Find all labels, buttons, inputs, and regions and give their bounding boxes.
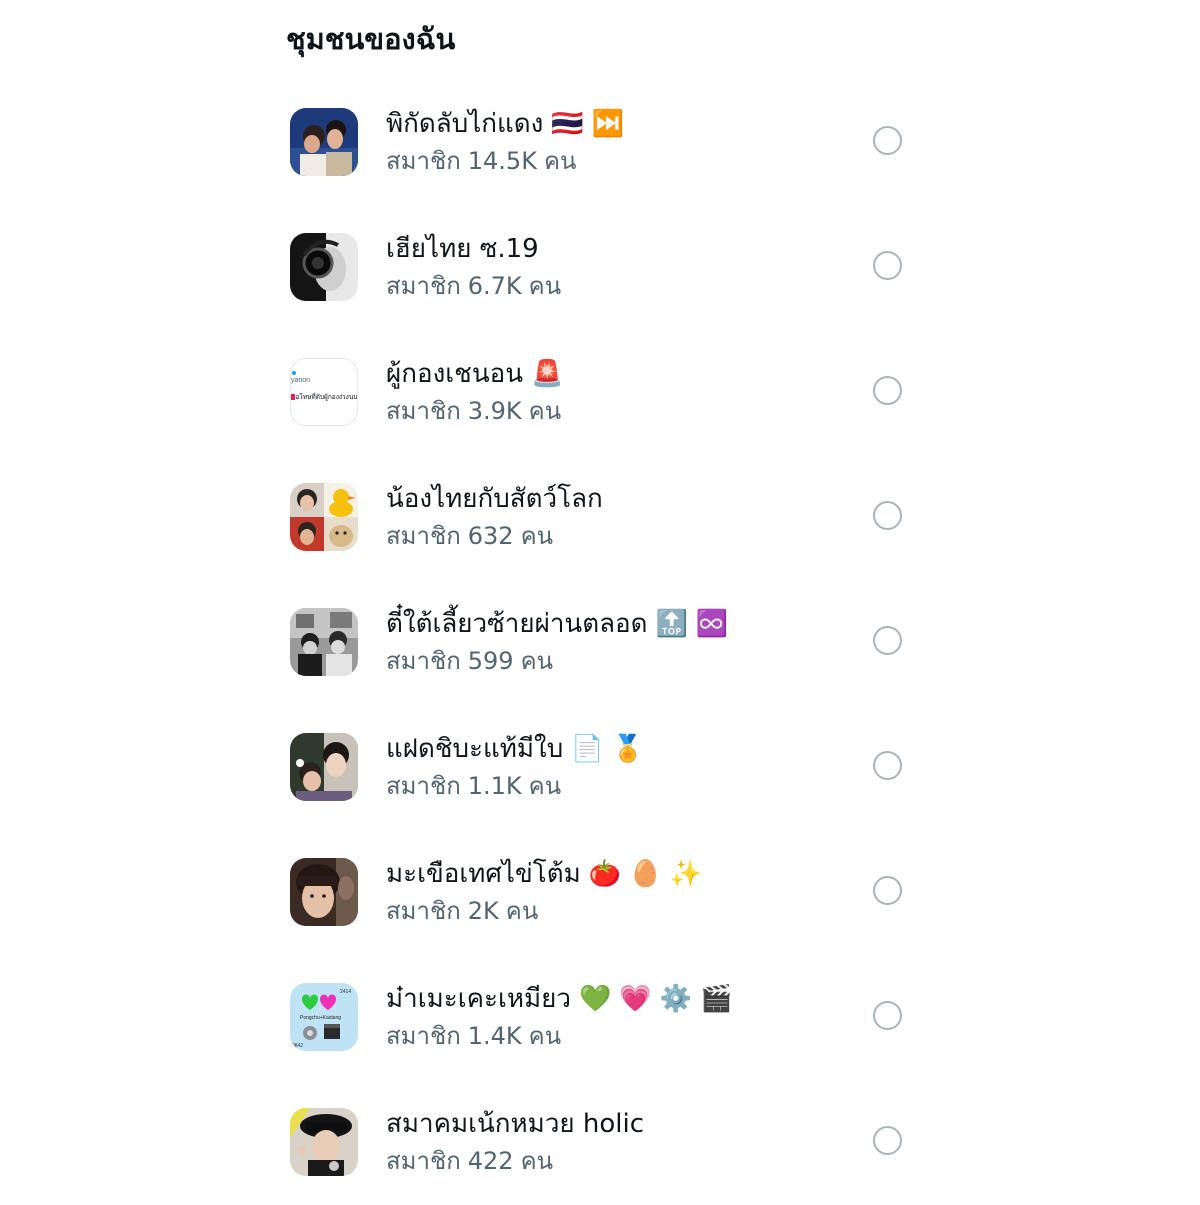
- member-unit: คน: [505, 897, 539, 925]
- community-row[interactable]: yanon ขอโทษที่ดับผู้กองง่วงนน ผู้กองเชนอ…: [0, 330, 1200, 455]
- member-unit: คน: [528, 1022, 562, 1050]
- community-avatar: [290, 608, 358, 676]
- green-heart-icon: 💚: [578, 984, 612, 1014]
- community-name: มะเขือเทศไข่โต้ม: [386, 859, 581, 889]
- member-unit: คน: [520, 522, 554, 550]
- hat-portrait-photo-icon: [290, 1108, 358, 1176]
- members-label: สมาชิก: [386, 1147, 461, 1175]
- select-radio[interactable]: [873, 626, 902, 655]
- community-name: พิกัดลับไก่แดง: [386, 109, 544, 139]
- document-icon: 📄: [571, 734, 604, 764]
- select-radio[interactable]: [873, 376, 902, 405]
- community-row[interactable]: 2414 Pongchu+Kaidang 0842 ม๋าเมะเคะเหมีย…: [0, 955, 1200, 1080]
- members-label: สมาชิก: [386, 772, 461, 800]
- community-name: น้องไทยกับสัตว์โลก: [386, 484, 603, 514]
- member-count: 14.5K: [467, 147, 537, 175]
- community-name: สมาคมเน้กหมวย holic: [386, 1109, 645, 1139]
- community-name: เฮียไทย ซ.19: [386, 234, 539, 264]
- page-heading: ชุมชนของฉัน: [286, 22, 456, 56]
- community-list: พิกัดลับไก่แดง 🇹🇭 ⏭️ สมาชิก 14.5K คน เฮี…: [0, 80, 1200, 1205]
- medal-icon: 🏅: [611, 734, 644, 764]
- community-avatar: 2414 Pongchu+Kaidang 0842: [290, 983, 358, 1051]
- community-avatar: [290, 483, 358, 551]
- community-row[interactable]: ตี๋ใต้เลี้ยวซ้ายผ่านตลอด 🔝 ♾️ สมาชิก 599…: [0, 580, 1200, 705]
- avatar-text-label: Pongchu+Kaidang: [300, 1015, 341, 1021]
- member-count: 599: [467, 647, 514, 675]
- members-label: สมาชิก: [386, 522, 461, 550]
- community-avatar: [290, 108, 358, 176]
- portrait-photo-icon: [290, 858, 358, 926]
- community-row[interactable]: สมาคมเน้กหมวย holic สมาชิก 422 คน: [0, 1080, 1200, 1205]
- thailand-flag-icon: 🇹🇭: [551, 109, 584, 139]
- photo-collage-duck-icon: [290, 483, 358, 551]
- member-unit: คน: [520, 1147, 554, 1175]
- avatar-text-top-number: 2414: [340, 989, 351, 995]
- community-avatar: [290, 1108, 358, 1176]
- community-row[interactable]: มะเขือเทศไข่โต้ม 🍅 🥚 ✨ สมาชิก 2K คน: [0, 830, 1200, 955]
- two-faces-photo-icon: [290, 733, 358, 801]
- members-label: สมาชิก: [386, 897, 461, 925]
- community-name: แฝดชิบะแท้มีใบ: [386, 734, 564, 764]
- siren-icon: 🚨: [530, 359, 564, 389]
- member-count: 1.1K: [467, 772, 522, 800]
- sparkles-icon: ✨: [669, 859, 702, 889]
- select-radio[interactable]: [873, 751, 902, 780]
- members-label: สมาชิก: [386, 647, 461, 675]
- clapper-board-icon: 🎬: [700, 984, 733, 1014]
- community-row[interactable]: แฝดชิบะแท้มีใบ 📄 🏅 สมาชิก 1.1K คน: [0, 705, 1200, 830]
- hearts-graphic-icon: 2414 Pongchu+Kaidang 0842: [290, 983, 358, 1051]
- members-label: สมาชิก: [386, 272, 461, 300]
- members-label: สมาชิก: [386, 397, 461, 425]
- avatar-text-username: yanon: [291, 377, 310, 384]
- member-count: 6.7K: [467, 272, 522, 300]
- infinity-icon: ♾️: [695, 609, 729, 639]
- community-row[interactable]: น้องไทยกับสัตว์โลก สมาชิก 632 คน: [0, 455, 1200, 580]
- community-row[interactable]: เฮียไทย ซ.19 สมาชิก 6.7K คน: [0, 205, 1200, 330]
- member-count: 2K: [467, 897, 499, 925]
- text-screenshot-icon: yanon ขอโทษที่ดับผู้กองง่วงนน: [291, 359, 358, 425]
- select-radio[interactable]: [873, 1001, 902, 1030]
- member-unit: คน: [543, 147, 577, 175]
- community-name: ตี๋ใต้เลี้ยวซ้ายผ่านตลอด: [386, 609, 648, 639]
- bw-group-photo-icon: [290, 608, 358, 676]
- members-label: สมาชิก: [386, 147, 461, 175]
- members-label: สมาชิก: [386, 1022, 461, 1050]
- select-radio[interactable]: [873, 501, 902, 530]
- member-count: 3.9K: [467, 397, 522, 425]
- select-radio[interactable]: [873, 126, 902, 155]
- member-unit: คน: [528, 772, 562, 800]
- community-avatar: yanon ขอโทษที่ดับผู้กองง่วงนน: [290, 358, 358, 426]
- top-arrow-icon: 🔝: [655, 609, 688, 639]
- pink-heart-icon: 💗: [619, 984, 652, 1014]
- member-count: 422: [467, 1147, 514, 1175]
- community-row[interactable]: พิกัดลับไก่แดง 🇹🇭 ⏭️ สมาชิก 14.5K คน: [0, 80, 1200, 205]
- avatar-text-bottom-number: 0842: [292, 1043, 303, 1049]
- community-name: ผู้กองเชนอน: [386, 359, 523, 389]
- member-unit: คน: [528, 272, 562, 300]
- select-radio[interactable]: [873, 1126, 902, 1155]
- member-unit: คน: [528, 397, 562, 425]
- two-people-photo-icon: [290, 108, 358, 176]
- select-radio[interactable]: [873, 876, 902, 905]
- community-avatar: [290, 233, 358, 301]
- egg-icon: 🥚: [629, 859, 662, 889]
- member-unit: คน: [520, 647, 554, 675]
- headphones-bw-photo-icon: [290, 233, 358, 301]
- select-radio[interactable]: [873, 251, 902, 280]
- community-avatar: [290, 858, 358, 926]
- member-count: 632: [467, 522, 514, 550]
- community-name: ม๋าเมะเคะเหมียว: [386, 984, 571, 1014]
- community-avatar: [290, 733, 358, 801]
- gear-icon: ⚙️: [659, 984, 693, 1014]
- tomato-icon: 🍅: [588, 859, 622, 889]
- member-count: 1.4K: [467, 1022, 522, 1050]
- avatar-text-message: ขอโทษที่ดับผู้กองง่วงนน: [291, 392, 358, 401]
- fast-forward-icon: ⏭️: [591, 109, 625, 139]
